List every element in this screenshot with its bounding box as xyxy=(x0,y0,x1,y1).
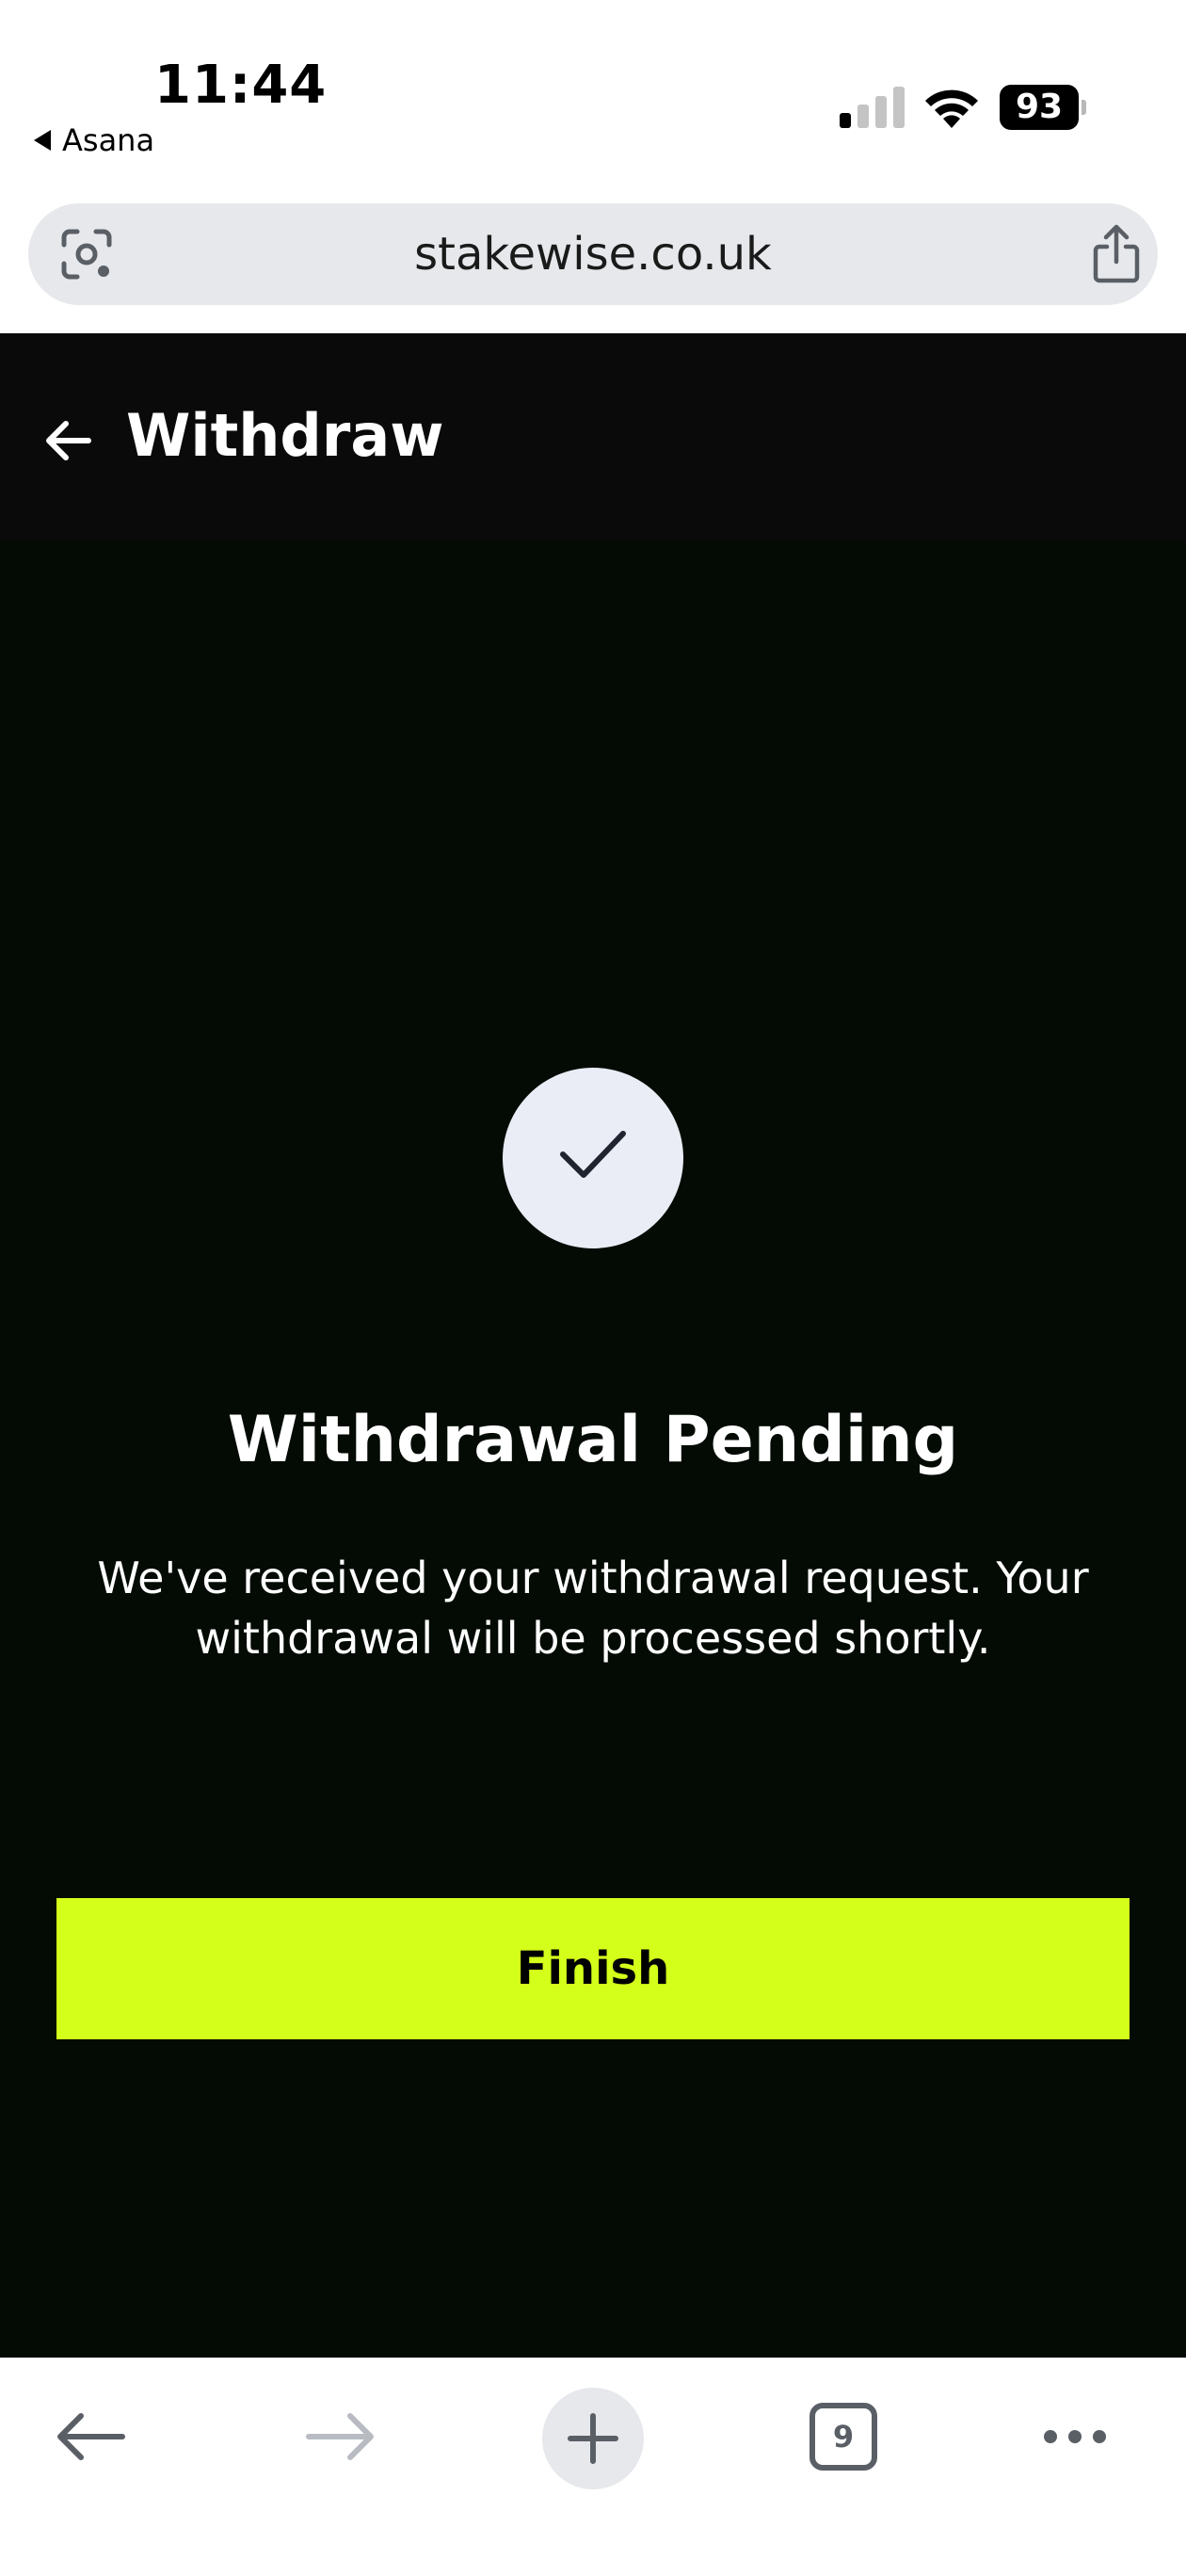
cellular-signal-icon xyxy=(840,87,905,128)
back-to-app-link[interactable]: Asana xyxy=(34,122,154,158)
status-title: Withdrawal Pending xyxy=(227,1403,959,1477)
app-header: Withdraw xyxy=(0,333,1186,540)
battery-level: 93 xyxy=(1000,85,1079,130)
wifi-icon xyxy=(925,89,978,128)
tab-switcher-button[interactable]: 9 xyxy=(809,2403,877,2471)
checkmark-icon xyxy=(560,1131,626,1178)
battery-indicator: 93 xyxy=(1000,85,1086,130)
success-check-badge xyxy=(503,1068,683,1248)
browser-back-icon[interactable] xyxy=(53,2410,128,2463)
url-text: stakewise.co.uk xyxy=(414,228,772,281)
address-bar[interactable]: stakewise.co.uk xyxy=(28,203,1158,305)
more-options-icon[interactable] xyxy=(1041,2423,1109,2450)
new-tab-button[interactable] xyxy=(542,2388,644,2489)
plus-icon xyxy=(568,2413,618,2464)
status-description: We've received your withdrawal request. … xyxy=(97,1553,1089,1664)
back-triangle-icon xyxy=(34,130,51,151)
battery-nub xyxy=(1082,100,1086,115)
back-app-label: Asana xyxy=(62,122,155,158)
finish-button[interactable]: Finish xyxy=(56,1898,1130,2039)
back-arrow-icon[interactable] xyxy=(41,414,94,467)
browser-forward-icon[interactable] xyxy=(303,2410,378,2463)
browser-toolbar: 9 xyxy=(0,2358,1186,2576)
status-bar: 11:44 Asana 93 xyxy=(0,0,1186,188)
page-title: Withdraw xyxy=(126,401,444,470)
status-time: 11:44 xyxy=(154,55,328,116)
withdraw-screen: Withdraw Withdrawal Pending We've receiv… xyxy=(0,333,1186,2358)
share-icon[interactable] xyxy=(1090,224,1143,284)
